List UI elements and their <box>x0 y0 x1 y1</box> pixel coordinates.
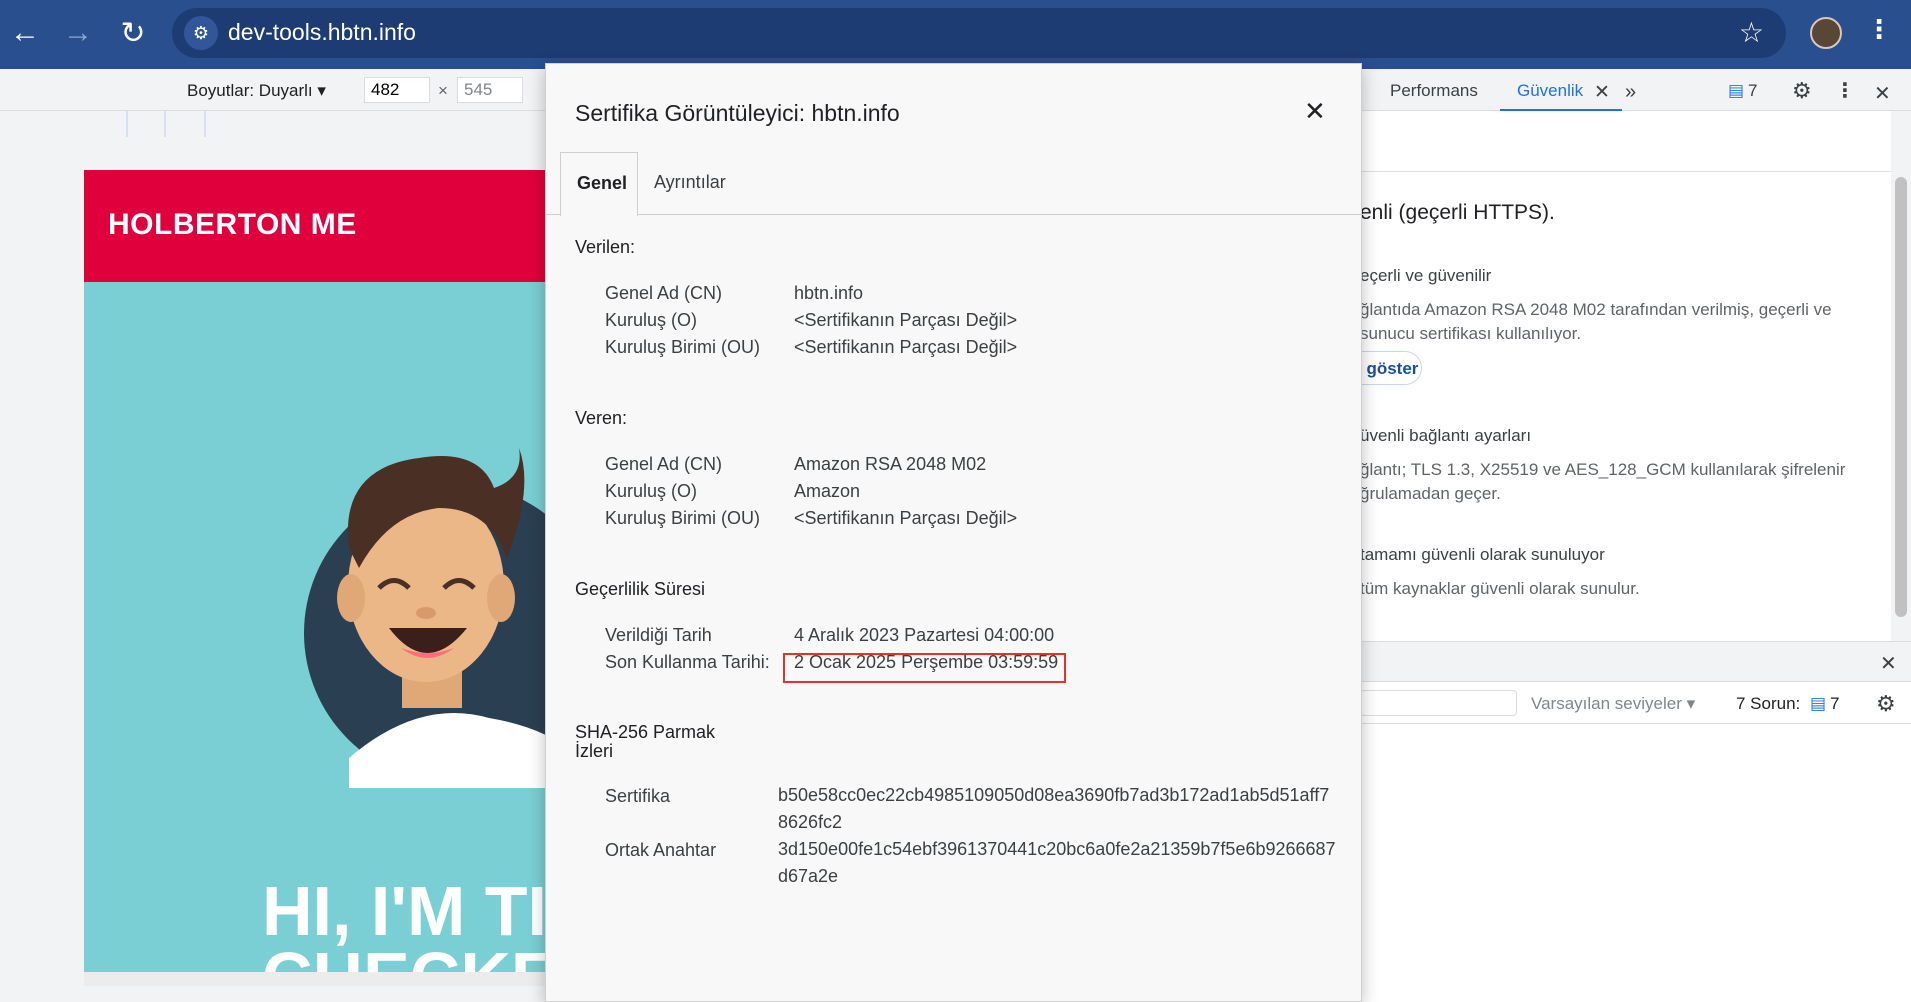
field-label: Kuruluş Birimi (OU) <box>605 508 761 528</box>
preview-bottom <box>84 972 545 986</box>
drawer-tabbar: ✕ <box>1360 642 1911 682</box>
reload-icon[interactable]: ↻ <box>110 10 156 56</box>
certificate-desc: ğlantıda Amazon RSA 2048 M02 tarafından … <box>1360 300 1832 319</box>
hero-heading: HI, I'M TI CHECKE <box>262 872 545 986</box>
url-text[interactable]: dev-tools.hbtn.info <box>228 19 416 46</box>
field-label: Verildiği Tarih <box>605 625 712 645</box>
field-value: Amazon <box>794 481 861 501</box>
console-filter-input[interactable] <box>1360 690 1517 716</box>
page-preview: HOLBERTON ME HI, I'M TI CHECKE <box>84 170 545 986</box>
connection-desc: ğlantı; TLS 1.3, X25519 ve AES_128_GCM k… <box>1360 460 1846 479</box>
browser-window: ← → ↻ ⚙ dev-tools.hbtn.info ☆ ⋮ Boyutlar… <box>0 0 1911 1002</box>
validity-heading: Geçerlilik Süresi <box>575 579 706 599</box>
fingerprint-value: b50e58cc0ec22cb4985109050d08ea3690fb7ad3… <box>778 785 1330 832</box>
field-label: Kuruluş (O) <box>605 310 698 330</box>
close-devtools-icon[interactable]: ✕ <box>1874 81 1891 106</box>
dialog-title: Sertifika Görüntüleyici: hbtn.info <box>575 100 900 126</box>
site-settings-icon[interactable]: ⚙ <box>184 16 218 50</box>
more-tabs-icon[interactable]: » <box>1625 81 1636 104</box>
field-label: Kuruluş Birimi (OU) <box>605 337 761 357</box>
tab-strip-divider <box>546 214 1363 215</box>
divider <box>1360 171 1891 172</box>
field-label: Ortak Anahtar <box>605 840 717 860</box>
connection-desc: ğrulamadan geçer. <box>1360 484 1501 503</box>
field-value: <Sertifikanın Parçası Değil> <box>794 508 1018 528</box>
hero-line: HI, I'M TI <box>262 872 545 950</box>
tab-performans[interactable]: Performans <box>1390 81 1478 101</box>
field-label: Sertifika <box>605 786 671 806</box>
fingerprints-heading: SHA-256 Parmak İzleri <box>575 723 715 761</box>
width-input[interactable]: 482 <box>364 77 430 103</box>
height-input[interactable]: 545 <box>457 77 523 103</box>
console-issues-count[interactable]: 7 <box>1830 694 1839 714</box>
close-tab-icon[interactable]: ✕ <box>1594 81 1610 104</box>
address-bar[interactable]: ⚙ dev-tools.hbtn.info ☆ <box>172 8 1786 58</box>
issues-badge-icon[interactable]: ▤ <box>1728 81 1744 101</box>
profile-avatar[interactable] <box>1810 17 1842 49</box>
browser-toolbar: ← → ↻ ⚙ dev-tools.hbtn.info ☆ ⋮ <box>0 0 1911 69</box>
close-dialog-icon[interactable]: ✕ <box>1304 96 1326 127</box>
field-value: 4 Aralık 2023 Pazartesi 04:00:00 <box>794 625 1055 645</box>
connection-heading: üvenli bağlantı ayarları <box>1360 426 1532 445</box>
view-certificate-label: ı göster <box>1357 359 1419 378</box>
tab-ayrintilar[interactable]: Ayrıntılar <box>654 172 726 193</box>
console-settings-icon[interactable]: ⚙ <box>1876 691 1896 717</box>
issues-count[interactable]: 7 <box>1748 81 1757 101</box>
forward-arrow-icon[interactable]: → <box>55 10 101 56</box>
field-value: <Sertifikanın Parçası Değil> <box>794 310 1018 330</box>
certificate-viewer-dialog: Sertifika Görüntüleyici: hbtn.info ✕ Gen… <box>545 63 1363 1002</box>
field-label: Genel Ad (CN) <box>605 454 723 474</box>
field-label: Son Kullanma Tarihi: <box>605 652 770 672</box>
dimensions-dropdown[interactable]: Boyutlar: Duyarlı ▾ <box>187 81 326 101</box>
resources-desc: tüm kaynaklar güvenli olarak sunulur. <box>1360 579 1640 598</box>
dimension-separator: × <box>438 81 448 100</box>
panel-scrollbar[interactable] <box>1891 111 1911 641</box>
media-query-ruler <box>0 111 545 137</box>
issues-icon[interactable]: ▤ <box>1810 694 1826 714</box>
device-toolbar: Boyutlar: Duyarlı ▾ 482 × 545 <box>0 69 545 111</box>
tab-guvenlik[interactable]: Güvenlik <box>1517 81 1583 101</box>
field-label: Kuruluş (O) <box>605 481 698 501</box>
log-levels-dropdown[interactable]: Varsayılan seviyeler ▾ <box>1531 694 1695 714</box>
console-drawer: ✕ Varsayılan seviyeler ▾ 7 Sorun: ▤ 7 ⚙ <box>1360 641 1911 1002</box>
ruler-tick <box>204 111 206 137</box>
resources-heading: tamamı güvenli olarak sunuluyor <box>1360 545 1605 564</box>
ruler-tick <box>126 111 128 137</box>
fingerprint-value: 3d150e00fe1c54ebf3961370441c20bc6a0fe2a2… <box>778 839 1336 886</box>
tab-genel[interactable]: Genel <box>560 152 638 216</box>
settings-gear-icon[interactable]: ⚙ <box>1792 78 1812 104</box>
scrollbar-thumb[interactable] <box>1895 177 1907 617</box>
fingerprints-heading-line: İzleri <box>575 741 614 761</box>
ruler-tick <box>164 111 166 137</box>
fingerprints-heading-line: SHA-256 Parmak <box>575 722 716 742</box>
bookmark-star-icon[interactable]: ☆ <box>1739 16 1764 49</box>
field-value: hbtn.info <box>794 283 864 303</box>
field-value: Amazon RSA 2048 M02 <box>794 454 987 474</box>
back-arrow-icon[interactable]: ← <box>2 10 48 56</box>
issued-to-heading: Verilen: <box>575 237 636 257</box>
security-panel: enli (geçerli HTTPS). eçerli ve güvenili… <box>1340 111 1891 641</box>
tab-genel-label: Genel <box>577 173 628 193</box>
devtools-menu-icon[interactable]: ⋮ <box>1835 78 1855 103</box>
site-brand[interactable]: HOLBERTON ME <box>108 208 357 242</box>
devtools-tabbar: Performans Güvenlik ✕ » ▤ 7 ⚙ ⋮ ✕ <box>1360 69 1911 111</box>
close-drawer-icon[interactable]: ✕ <box>1880 651 1897 676</box>
issues-label[interactable]: 7 Sorun: <box>1736 694 1800 714</box>
certificate-heading: eçerli ve güvenilir <box>1360 266 1492 285</box>
site-header: HOLBERTON ME <box>84 170 545 282</box>
certificate-desc: sunucu sertifikası kullanılıyor. <box>1360 324 1582 343</box>
browser-menu-icon[interactable]: ⋮ <box>1866 14 1892 45</box>
expiry-highlight-box <box>783 653 1066 683</box>
field-label: Genel Ad (CN) <box>605 283 723 303</box>
security-overview: enli (geçerli HTTPS). <box>1360 201 1555 224</box>
issued-by-heading: Veren: <box>575 408 628 428</box>
field-value: <Sertifikanın Parçası Değil> <box>794 337 1018 357</box>
avatar-illustration <box>304 448 545 788</box>
console-toolbar: Varsayılan seviyeler ▾ 7 Sorun: ▤ 7 ⚙ <box>1360 682 1911 724</box>
